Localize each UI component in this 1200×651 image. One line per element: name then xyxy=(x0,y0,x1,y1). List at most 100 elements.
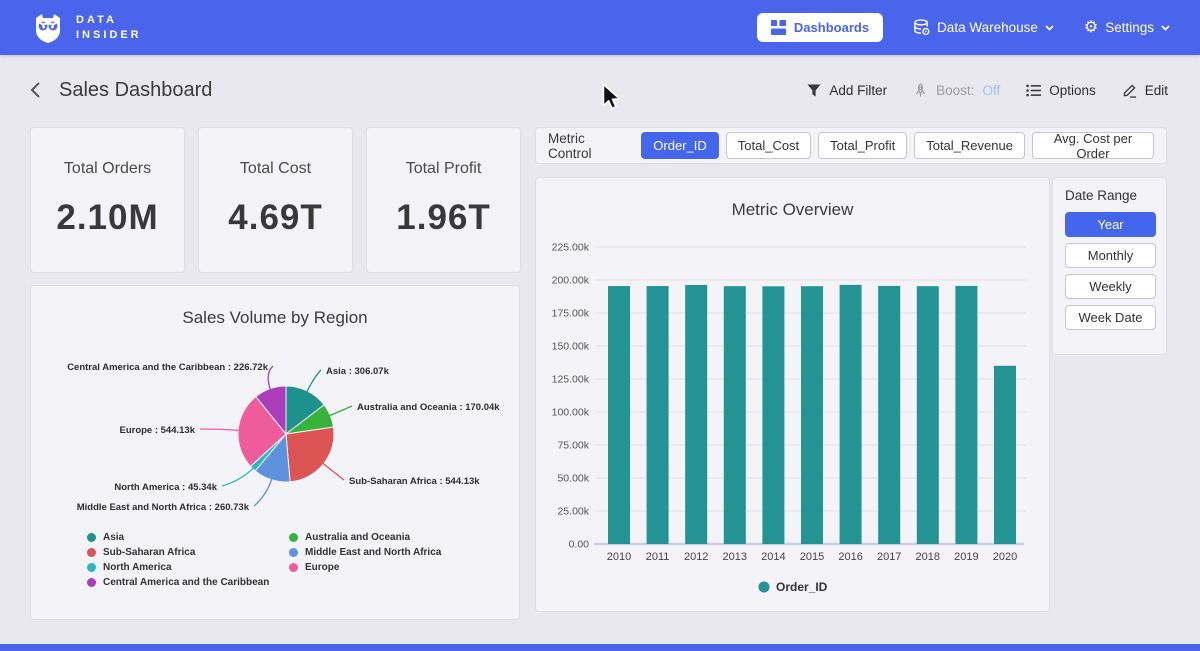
pie-leader-line xyxy=(268,366,273,391)
bar-chart[interactable]: 0.0025.00k50.00k75.00k100.00k125.00k150.… xyxy=(536,178,1049,611)
edit-button[interactable]: Edit xyxy=(1122,83,1168,98)
rocket-icon xyxy=(913,83,928,98)
nav-data-warehouse-label: Data Warehouse xyxy=(937,20,1038,35)
bar-2014[interactable] xyxy=(762,286,784,544)
bar-2013[interactable] xyxy=(724,286,746,544)
add-filter-button[interactable]: Add Filter xyxy=(807,83,887,98)
kpi-value: 4.69T xyxy=(199,198,352,238)
gear-icon: ⚙ xyxy=(1084,20,1098,36)
pie-legend-item-middle-east-and-north-africa[interactable]: Middle East and North Africa xyxy=(289,547,441,558)
legend-dot-icon xyxy=(87,548,96,557)
bar-2012[interactable] xyxy=(685,285,707,544)
y-axis-tick: 0.00 xyxy=(569,539,590,551)
legend-label: North America xyxy=(103,562,172,573)
x-axis-tick: 2011 xyxy=(646,551,670,563)
edit-label: Edit xyxy=(1145,83,1168,98)
options-button[interactable]: Options xyxy=(1026,83,1096,98)
kpi-card-total-orders: Total Orders 2.10M xyxy=(30,127,185,273)
legend-dot-icon xyxy=(759,582,770,593)
metric-control-label: Metric Control xyxy=(548,131,629,161)
pie-legend-item-central-america-and-the-caribbean[interactable]: Central America and the Caribbean xyxy=(87,577,289,588)
top-navbar: DATA INSIDER Dashboards xyxy=(0,0,1200,55)
y-axis-tick: 175.00k xyxy=(552,308,590,320)
kpi-value: 1.96T xyxy=(367,198,520,238)
options-label: Options xyxy=(1049,83,1096,98)
brand-logo[interactable]: DATA INSIDER xyxy=(30,10,142,46)
x-axis-tick: 2013 xyxy=(723,551,747,563)
kpi-label: Total Profit xyxy=(367,160,520,178)
x-axis-tick: 2020 xyxy=(993,551,1017,563)
kpi-card-total-profit: Total Profit 1.96T xyxy=(366,127,521,273)
pie-legend-item-north-america[interactable]: North America xyxy=(87,562,289,573)
y-axis-tick: 150.00k xyxy=(552,341,590,353)
app-window: DATA INSIDER Dashboards xyxy=(0,0,1200,651)
nav-dashboards-label: Dashboards xyxy=(794,20,869,35)
pie-legend-item-europe[interactable]: Europe xyxy=(289,562,441,573)
metric-option-total-revenue[interactable]: Total_Revenue xyxy=(914,132,1025,159)
legend-dot-icon xyxy=(87,533,96,542)
kpi-label: Total Orders xyxy=(31,160,184,178)
chevron-down-icon xyxy=(1161,25,1170,31)
pie-label-central-america-and-the-caribbean: Central America and the Caribbean : 226.… xyxy=(67,362,269,373)
dr-option-year[interactable]: Year xyxy=(1065,212,1156,237)
bar-2019[interactable] xyxy=(955,286,977,544)
date-range-label: Date Range xyxy=(1065,188,1154,203)
bar-2016[interactable] xyxy=(840,285,862,544)
metric-option-avg-cost-per-order[interactable]: Avg. Cost per Order xyxy=(1032,132,1154,159)
dashboards-grid-icon xyxy=(771,20,786,35)
date-range-buttons: Year Monthly Weekly Week Date xyxy=(1065,212,1154,330)
legend-label: Australia and Oceania xyxy=(305,532,410,543)
pie-legend-item-sub-saharan-africa[interactable]: Sub-Saharan Africa xyxy=(87,547,289,558)
database-icon xyxy=(913,19,930,36)
legend-dot-icon xyxy=(87,563,96,572)
bar-2010[interactable] xyxy=(608,286,630,544)
bar-chart-card: Metric Overview 0.0025.00k50.00k75.00k10… xyxy=(535,177,1050,612)
pie-slice-sub-saharan-africa[interactable] xyxy=(286,427,334,482)
pie-leader-line xyxy=(222,467,254,486)
dr-option-monthly[interactable]: Monthly xyxy=(1065,243,1156,268)
metric-option-order-id[interactable]: Order_ID xyxy=(641,132,718,159)
kpi-value: 2.10M xyxy=(31,198,184,238)
dr-option-weekly[interactable]: Weekly xyxy=(1065,274,1156,299)
legend-label: Sub-Saharan Africa xyxy=(103,547,195,558)
x-axis-tick: 2012 xyxy=(684,551,708,563)
edit-pencil-icon xyxy=(1122,83,1137,98)
chevron-left-icon xyxy=(30,81,41,99)
bar-2018[interactable] xyxy=(917,286,939,544)
y-axis-tick: 50.00k xyxy=(557,473,589,485)
y-axis-tick: 25.00k xyxy=(557,506,589,518)
x-axis-tick: 2016 xyxy=(838,551,862,563)
dashboard-header: Sales Dashboard Add Filter Boost: Off xyxy=(0,55,1200,125)
pie-label-sub-saharan-africa: Sub-Saharan Africa : 544.13k xyxy=(349,476,480,487)
pie-label-europe: Europe : 544.13k xyxy=(119,425,195,436)
filter-icon xyxy=(807,84,821,97)
bar-2015[interactable] xyxy=(801,286,823,544)
pie-leader-line xyxy=(328,406,352,416)
back-button[interactable] xyxy=(30,81,41,99)
bar-2011[interactable] xyxy=(647,286,669,544)
owl-logo-icon xyxy=(30,10,66,46)
pie-legend-item-australia-and-oceania[interactable]: Australia and Oceania xyxy=(289,532,441,543)
metric-option-total-cost[interactable]: Total_Cost xyxy=(726,132,811,159)
nav-dashboards-button[interactable]: Dashboards xyxy=(757,13,883,42)
kpi-card-total-cost: Total Cost 4.69T xyxy=(198,127,353,273)
metric-option-total-profit[interactable]: Total_Profit xyxy=(818,132,907,159)
bar-legend-order-id[interactable]: Order_ID xyxy=(776,580,828,594)
y-axis-tick: 125.00k xyxy=(552,374,590,386)
y-axis-tick: 225.00k xyxy=(552,242,590,254)
metric-control-bar: Metric Control Order_ID Total_Cost Total_P… xyxy=(535,127,1167,164)
navbar-menu: Dashboards Data Warehouse ⚙ Setti xyxy=(757,13,1170,42)
dr-option-week-date[interactable]: Week Date xyxy=(1065,305,1156,330)
chevron-down-icon xyxy=(1045,25,1054,31)
x-axis-tick: 2015 xyxy=(800,551,824,563)
bar-2017[interactable] xyxy=(878,286,900,544)
bar-2020[interactable] xyxy=(994,366,1016,544)
pie-legend-item-asia[interactable]: Asia xyxy=(87,532,289,543)
boost-toggle[interactable]: Boost: Off xyxy=(913,83,1000,98)
nav-settings[interactable]: ⚙ Settings xyxy=(1084,20,1170,36)
y-axis-tick: 75.00k xyxy=(557,440,589,452)
brand-line2: INSIDER xyxy=(76,28,142,42)
pie-leader-line xyxy=(322,463,344,480)
nav-data-warehouse[interactable]: Data Warehouse xyxy=(913,19,1054,36)
x-axis-tick: 2014 xyxy=(761,551,785,563)
